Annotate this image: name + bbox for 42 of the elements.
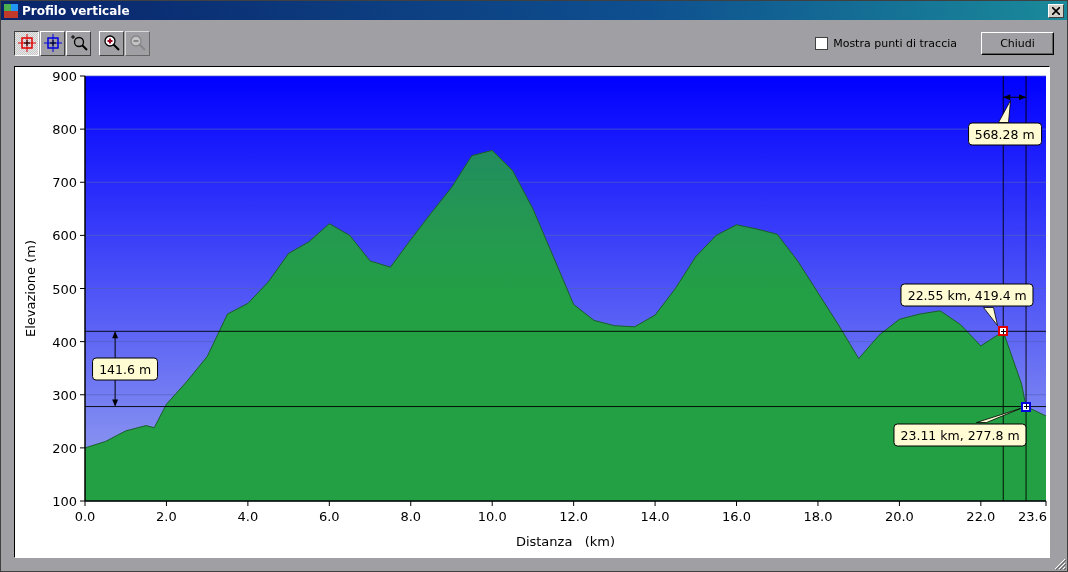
x-axis-title: Distanza (km) <box>515 534 616 549</box>
zoom-in-icon <box>102 34 121 52</box>
window-title: Profilo verticale <box>22 3 131 18</box>
cursor-marker-icon[interactable] <box>998 326 1008 336</box>
zoom-box-icon <box>69 34 88 52</box>
x-tick-label: 2.0 <box>156 509 177 524</box>
y-tick-label: 900 <box>52 69 77 84</box>
close-dialog-button[interactable]: Chiudi <box>981 31 1054 55</box>
tool-button[interactable] <box>14 30 39 56</box>
y-tick-label: 500 <box>52 281 77 297</box>
close-icon <box>1052 6 1060 15</box>
x-tick-label: 4.0 <box>237 509 259 524</box>
callout-pointer <box>982 306 998 326</box>
cursor-marker-icon[interactable] <box>1021 402 1031 412</box>
checkbox-label: Mostra punti di traccia <box>833 36 957 50</box>
y-tick-label: 200 <box>52 440 77 456</box>
y-tick-label: 800 <box>52 122 77 138</box>
close-button[interactable] <box>1048 3 1064 18</box>
x-tick-label: 20.0 <box>884 509 914 524</box>
x-tick-label: 16.0 <box>722 509 751 524</box>
crosshair-icon <box>43 34 62 52</box>
measure-readout: 141.6 m <box>92 357 159 381</box>
checkbox[interactable] <box>815 36 829 50</box>
x-tick-label: 10.0 <box>477 509 507 524</box>
x-tick-label: 8.0 <box>400 509 422 524</box>
x-tick-label: 0.0 <box>74 509 96 524</box>
x-tick-label: 12.0 <box>559 509 589 524</box>
x-tick-label: 14.0 <box>640 509 670 524</box>
x-tick-label: 6.0 <box>319 509 340 524</box>
y-axis-title: Elevazione (m) <box>23 239 38 338</box>
app-icon <box>4 3 18 18</box>
resize-grip-icon <box>1054 558 1066 570</box>
x-tick-label: 23.6 <box>1018 509 1047 524</box>
y-tick-label: 400 <box>52 334 77 350</box>
y-tick-label: 300 <box>52 387 77 403</box>
x-tick-label: 22.0 <box>966 509 996 524</box>
x-tick-label: 18.0 <box>803 509 833 524</box>
y-tick-label: 100 <box>52 494 77 509</box>
y-tick-label: 600 <box>52 228 77 244</box>
crosshair-icon <box>17 34 36 52</box>
y-tick-label: 700 <box>52 175 77 191</box>
zoom-out-icon <box>128 34 147 52</box>
